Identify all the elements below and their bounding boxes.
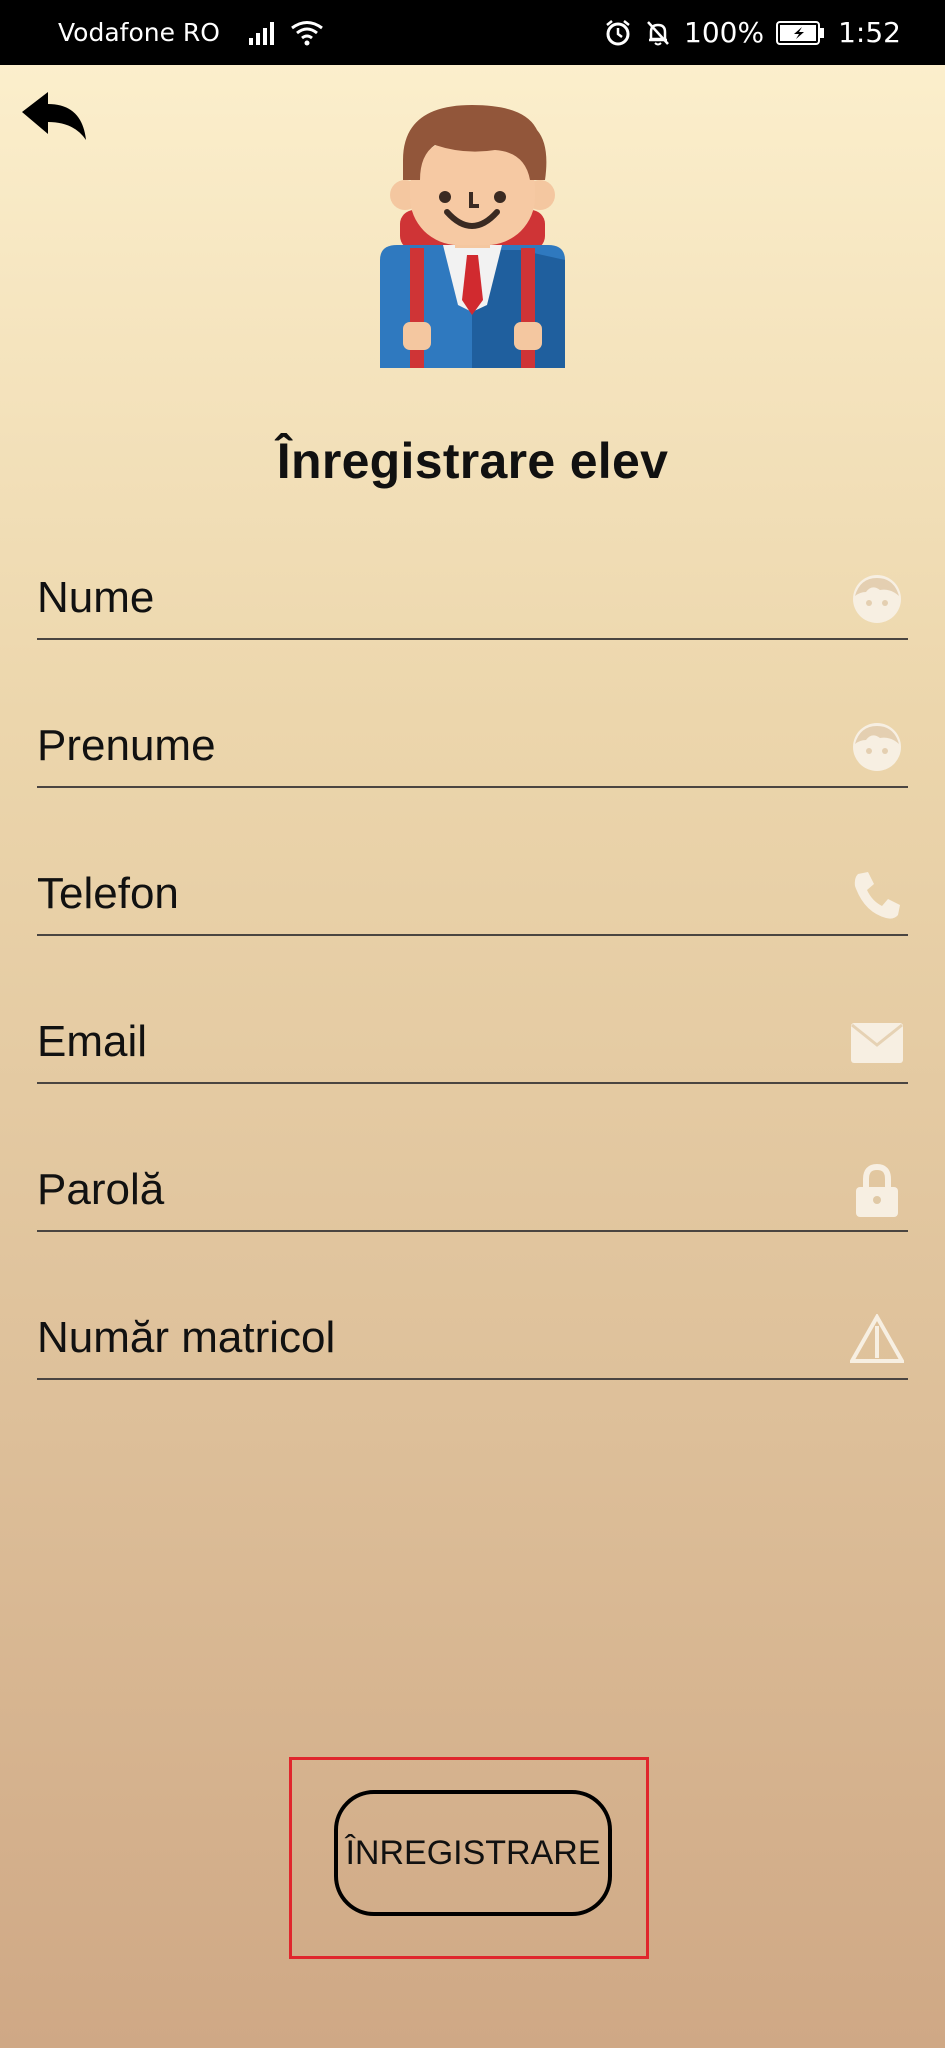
lock-icon: [848, 1162, 906, 1220]
register-button[interactable]: ÎNREGISTRARE: [334, 1790, 612, 1916]
last-name-field[interactable]: [37, 560, 908, 640]
email-input[interactable]: [37, 1012, 817, 1072]
first-name-input[interactable]: [37, 716, 817, 776]
first-name-field[interactable]: [37, 708, 908, 788]
face-icon: [848, 570, 906, 628]
envelope-icon: [848, 1014, 906, 1072]
email-field[interactable]: [37, 1004, 908, 1084]
page-title: Înregistrare elev: [276, 433, 669, 489]
registration-number-input[interactable]: [37, 1308, 817, 1368]
phone-field[interactable]: [37, 856, 908, 936]
password-input[interactable]: [37, 1160, 817, 1220]
back-button[interactable]: [14, 84, 94, 154]
battery-charging-icon: [776, 20, 826, 46]
alarm-icon: [606, 19, 630, 45]
warning-icon: [848, 1310, 906, 1368]
notifications-off-icon: [647, 20, 669, 45]
back-arrow-icon: [22, 92, 86, 140]
student-avatar-icon: [380, 105, 565, 368]
face-icon: [848, 718, 906, 776]
status-bar: Vodafone RO 100% 1:52: [0, 0, 945, 65]
registration-number-field[interactable]: [37, 1300, 908, 1380]
last-name-input[interactable]: [37, 568, 817, 628]
battery-percent: 100%: [684, 16, 765, 49]
clock-time: 1:52: [838, 16, 901, 49]
phone-input[interactable]: [37, 864, 817, 924]
phone-icon: [848, 866, 906, 924]
signal-icon: [248, 21, 274, 45]
carrier-name: Vodafone RO: [58, 18, 220, 47]
wifi-icon: [291, 20, 323, 45]
password-field[interactable]: [37, 1152, 908, 1232]
